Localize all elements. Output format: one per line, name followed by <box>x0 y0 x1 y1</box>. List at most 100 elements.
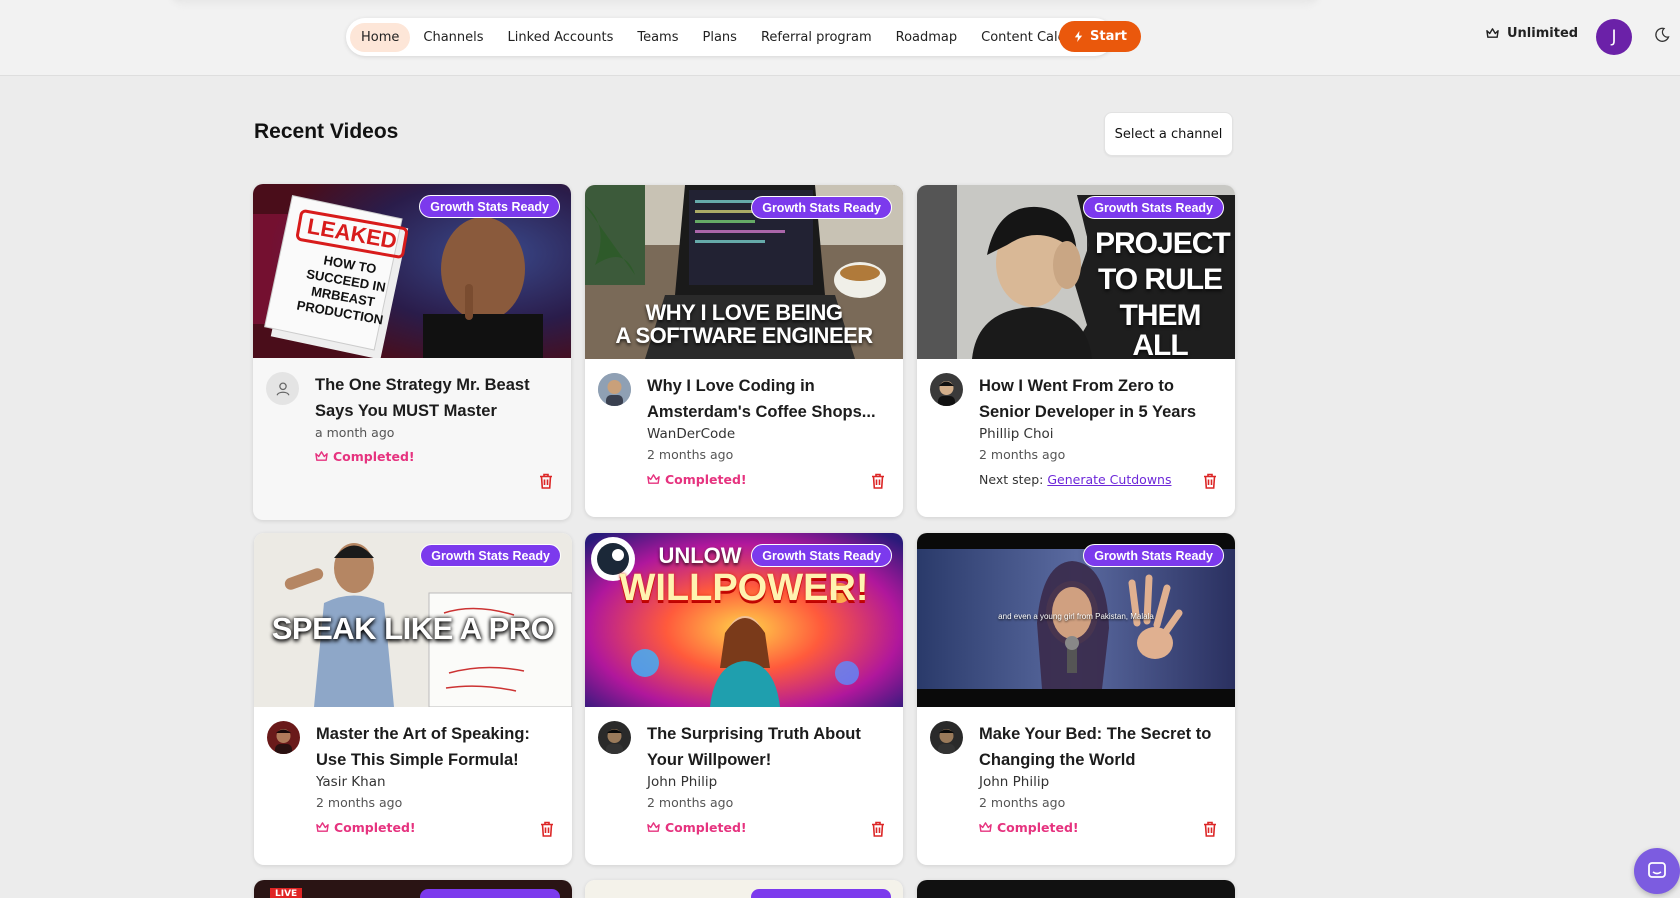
top-bar: Home Channels Linked Accounts Teams Plan… <box>0 0 1680 76</box>
main-nav: Home Channels Linked Accounts Teams Plan… <box>346 18 1115 56</box>
video-card[interactable]: PROJECT TO RULE THEM ALL Growth Stats Re… <box>917 185 1235 517</box>
channel-avatar <box>267 721 300 754</box>
channel-name[interactable]: John Philip <box>647 774 717 790</box>
delete-trash-icon[interactable] <box>1201 472 1219 490</box>
status-label: Completed! <box>333 449 415 464</box>
growth-stats-badge: Growth Stats Ready <box>751 196 892 219</box>
nav-item-home[interactable]: Home <box>350 22 411 52</box>
video-title[interactable]: Make Your Bed: The Secret to Changing th… <box>979 721 1227 773</box>
status-label: Completed! <box>997 820 1079 835</box>
video-card[interactable]: UNLOW WILLPOWER! Growth Stats Ready The … <box>585 533 903 865</box>
video-date: 2 months ago <box>316 795 403 810</box>
user-avatar[interactable]: J <box>1596 19 1632 55</box>
nav-item-linked-accounts[interactable]: Linked Accounts <box>497 23 625 52</box>
delete-trash-icon[interactable] <box>869 472 887 490</box>
growth-stats-badge <box>420 889 560 898</box>
channel-avatar <box>930 373 963 406</box>
video-thumbnail[interactable]: SPEAK LIKE A PRO Growth Stats Ready <box>254 533 572 707</box>
nav-item-channels[interactable]: Channels <box>412 23 494 52</box>
video-thumbnail[interactable] <box>917 880 1235 898</box>
video-card-body: Why I Love Coding in Amsterdam's Coffee … <box>585 359 903 517</box>
video-thumbnail[interactable]: WHY I LOVE BEING A SOFTWARE ENGINEER Gro… <box>585 185 903 359</box>
crown-icon <box>979 822 992 832</box>
video-title[interactable]: How I Went From Zero to Senior Developer… <box>979 373 1227 425</box>
video-card-body: Make Your Bed: The Secret to Changing th… <box>917 707 1235 865</box>
video-card[interactable]: and even a young girl from Pakistan, Mal… <box>917 533 1235 865</box>
video-card-body: The One Strategy Mr. Beast Says You MUST… <box>253 358 571 518</box>
video-card-body: The Surprising Truth About Your Willpowe… <box>585 707 903 865</box>
delete-trash-icon[interactable] <box>1201 820 1219 838</box>
growth-stats-badge: Growth Stats Ready <box>420 544 561 567</box>
select-channel-button[interactable]: Select a channel <box>1104 112 1233 156</box>
live-badge: LIVE <box>270 888 303 898</box>
video-date: 2 months ago <box>979 447 1066 462</box>
dark-mode-toggle-icon[interactable] <box>1654 27 1670 43</box>
lightning-icon <box>1074 31 1083 42</box>
thumbnail-text: PROJECT <box>1095 227 1231 260</box>
video-thumbnail[interactable]: PROJECT TO RULE THEM ALL Growth Stats Re… <box>917 185 1235 359</box>
video-thumbnail[interactable]: UNLOW WILLPOWER! Growth Stats Ready <box>585 533 903 707</box>
crown-icon <box>1486 28 1499 38</box>
video-title[interactable]: Why I Love Coding in Amsterdam's Coffee … <box>647 373 895 425</box>
start-button-label: Start <box>1090 29 1127 44</box>
video-title[interactable]: The Surprising Truth About Your Willpowe… <box>647 721 895 773</box>
crown-icon <box>315 451 328 461</box>
video-card[interactable]: WHY I LOVE BEING A SOFTWARE ENGINEER Gro… <box>585 185 903 517</box>
start-button[interactable]: Start <box>1059 21 1141 52</box>
status-label: Completed! <box>665 472 747 487</box>
delete-trash-icon[interactable] <box>869 820 887 838</box>
status-label: Completed! <box>334 820 416 835</box>
growth-stats-badge: Growth Stats Ready <box>751 544 892 567</box>
nav-item-teams[interactable]: Teams <box>626 23 689 52</box>
plan-label: Unlimited <box>1507 26 1579 41</box>
channel-avatar <box>598 721 631 754</box>
generate-cutdowns-link[interactable]: Generate Cutdowns <box>1047 472 1171 487</box>
crown-icon <box>647 474 660 484</box>
video-card[interactable] <box>585 880 903 898</box>
video-card[interactable]: LIVE <box>254 880 572 898</box>
thumbnail-text: SPEAK LIKE A PRO <box>271 611 555 646</box>
channel-avatar <box>266 372 299 405</box>
channel-name[interactable]: WanDerCode <box>647 426 735 442</box>
growth-stats-badge: Growth Stats Ready <box>419 195 560 218</box>
video-card[interactable]: SPEAK LIKE A PRO Growth Stats Ready Mast… <box>254 533 572 865</box>
chat-icon <box>1648 862 1666 878</box>
channel-name[interactable]: Phillip Choi <box>979 426 1054 442</box>
video-date: 2 months ago <box>979 795 1066 810</box>
channel-name[interactable]: Yasir Khan <box>316 774 386 790</box>
video-thumbnail[interactable]: LIVE <box>254 880 572 898</box>
video-thumbnail[interactable] <box>585 880 903 898</box>
crown-icon <box>316 822 329 832</box>
delete-trash-icon[interactable] <box>538 820 556 838</box>
thumbnail-text: A SOFTWARE ENGINEER <box>615 323 873 348</box>
delete-trash-icon[interactable] <box>537 472 555 490</box>
video-title[interactable]: The One Strategy Mr. Beast Says You MUST… <box>315 372 563 424</box>
video-thumbnail[interactable]: and even a young girl from Pakistan, Mal… <box>917 533 1235 707</box>
page-title: Recent Videos <box>254 120 399 143</box>
thumbnail-text: WHY I LOVE BEING <box>645 300 843 325</box>
video-card[interactable] <box>917 880 1235 898</box>
nav-item-plans[interactable]: Plans <box>692 23 748 52</box>
channel-avatar <box>930 721 963 754</box>
status-completed: Completed! <box>647 472 747 487</box>
channel-avatar <box>598 373 631 406</box>
video-title[interactable]: Master the Art of Speaking: Use This Sim… <box>316 721 564 773</box>
crown-icon <box>647 822 660 832</box>
next-step: Next step: Generate Cutdowns <box>979 472 1171 487</box>
status-completed: Completed! <box>979 820 1079 835</box>
nav-item-roadmap[interactable]: Roadmap <box>885 23 969 52</box>
nav-item-referral-program[interactable]: Referral program <box>750 23 883 52</box>
video-date: a month ago <box>315 425 395 440</box>
growth-stats-badge <box>751 889 891 898</box>
video-thumbnail[interactable]: LEAKED HOW TO SUCCEED IN MRBEAST PRODUCT… <box>253 184 571 358</box>
video-date: 2 months ago <box>647 447 734 462</box>
status-label: Completed! <box>665 820 747 835</box>
thumbnail-text: THEM ALL <box>1119 299 1202 360</box>
plan-indicator[interactable]: Unlimited <box>1486 26 1578 41</box>
channel-name[interactable]: John Philip <box>979 774 1049 790</box>
chat-launcher[interactable] <box>1634 848 1680 894</box>
video-date: 2 months ago <box>647 795 734 810</box>
status-completed: Completed! <box>315 449 415 464</box>
video-card[interactable]: LEAKED HOW TO SUCCEED IN MRBEAST PRODUCT… <box>253 184 571 520</box>
growth-stats-badge: Growth Stats Ready <box>1083 544 1224 567</box>
